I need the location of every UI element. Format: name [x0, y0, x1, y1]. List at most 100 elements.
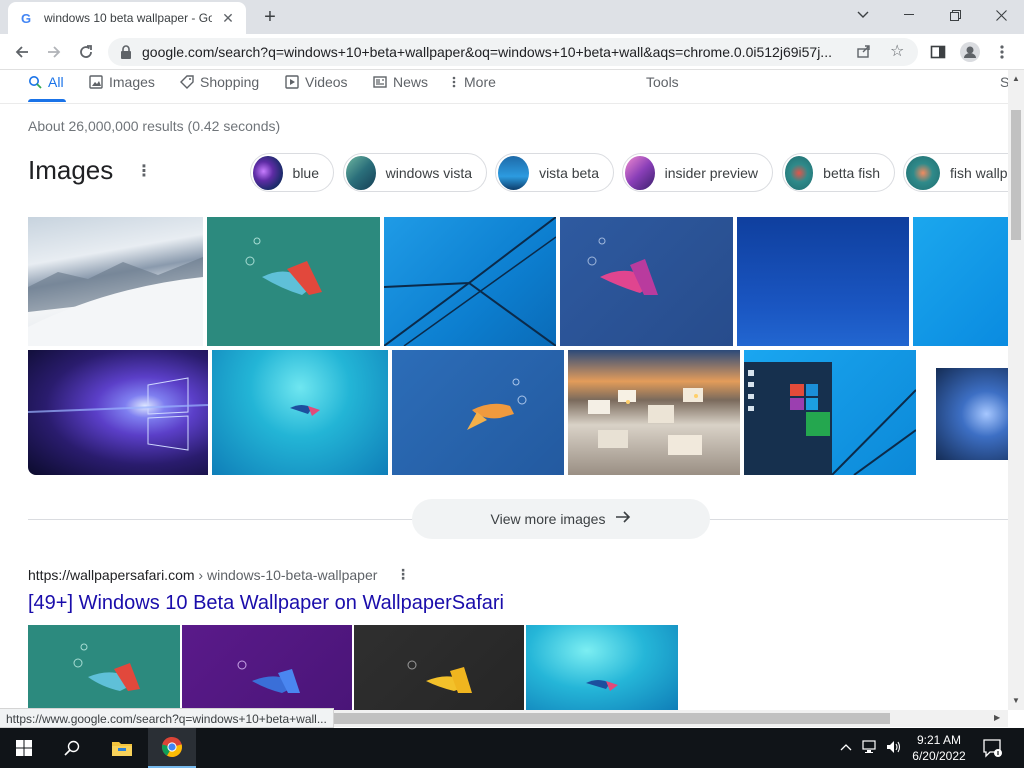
- tab-more[interactable]: More: [450, 72, 496, 92]
- news-icon: [373, 75, 387, 89]
- tab-label: More: [464, 74, 496, 90]
- minimize-button[interactable]: [886, 0, 932, 30]
- tab-news[interactable]: News: [373, 72, 428, 92]
- tools-button[interactable]: Tools: [646, 72, 679, 92]
- image-result-windows-start-menu[interactable]: [744, 350, 916, 475]
- restore-button[interactable]: [932, 0, 978, 30]
- image-result-windows-blue-partial[interactable]: [936, 368, 1008, 460]
- address-bar[interactable]: google.com/search?q=windows+10+beta+wall…: [108, 38, 918, 66]
- tab-all[interactable]: All: [28, 72, 64, 92]
- chip-insider-preview[interactable]: insider preview: [622, 153, 773, 192]
- tab-videos[interactable]: Videos: [285, 72, 348, 92]
- chip-windows-vista[interactable]: windows vista: [343, 153, 487, 192]
- file-explorer-button[interactable]: [98, 728, 146, 768]
- image-result-betta-underwater[interactable]: [212, 350, 388, 475]
- chip-label: fish wallp: [950, 164, 1008, 181]
- scroll-up-icon[interactable]: ▲: [1012, 74, 1020, 83]
- tab-search-button[interactable]: [840, 0, 886, 30]
- forward-button[interactable]: [42, 40, 66, 64]
- result-image-underwater-fish[interactable]: [526, 625, 678, 710]
- chip-thumbnail: [253, 155, 283, 190]
- network-icon[interactable]: [862, 740, 878, 757]
- tab-label: Shopping: [200, 74, 260, 90]
- chip-betta-fish[interactable]: betta fish: [782, 153, 895, 192]
- close-tab-icon[interactable]: ✕: [220, 10, 236, 26]
- status-bar-url: https://www.google.com/search?q=windows+…: [0, 708, 334, 728]
- close-window-button[interactable]: [978, 0, 1024, 30]
- image-icon: [89, 75, 103, 89]
- result-image-dark-fish[interactable]: [354, 625, 524, 710]
- notification-center-icon[interactable]: [982, 738, 1004, 758]
- cite-path: › windows-10-beta-wallpaper: [194, 567, 378, 583]
- chip-blue[interactable]: blue: [250, 153, 334, 192]
- more-vert-icon: [450, 75, 458, 89]
- image-result-santorini[interactable]: [568, 350, 740, 475]
- chip-thumbnail: [498, 155, 530, 190]
- image-result-windows-blue-lines[interactable]: [384, 217, 556, 346]
- horizontal-scroll-thumb[interactable]: [330, 713, 890, 724]
- vertical-scroll-thumb[interactable]: [1011, 110, 1021, 240]
- google-favicon-icon: G: [20, 10, 32, 26]
- tab-label: Images: [109, 74, 155, 90]
- play-icon: [285, 75, 299, 89]
- browser-toolbar: google.com/search?q=windows+10+beta+wall…: [0, 34, 1024, 70]
- chip-label: blue: [292, 164, 319, 181]
- volume-icon[interactable]: [886, 740, 902, 757]
- folder-icon: [112, 742, 132, 756]
- taskbar-search-button[interactable]: [48, 728, 96, 768]
- lock-icon[interactable]: [118, 44, 134, 60]
- clock-time: 9:21 AM: [916, 733, 962, 747]
- tab-label: News: [393, 74, 429, 90]
- windows-logo-icon: [16, 740, 32, 756]
- chip-thumbnail: [785, 155, 814, 190]
- chip-thumbnail: [625, 155, 655, 190]
- images-options-icon[interactable]: ⋮: [136, 163, 152, 181]
- chip-vista-beta[interactable]: vista beta: [495, 153, 614, 192]
- show-hidden-icons-icon[interactable]: [840, 740, 852, 754]
- browser-tab-strip: G windows 10 beta wallpaper - Goo ✕ +: [0, 0, 1024, 34]
- images-heading: Images: [28, 155, 114, 185]
- image-result-betta-fish-blue[interactable]: [560, 217, 733, 346]
- taskbar-clock[interactable]: 9:21 AM 6/20/2022: [906, 732, 972, 764]
- browser-tab[interactable]: G windows 10 beta wallpaper - Goo ✕: [8, 2, 246, 34]
- view-more-images-button[interactable]: View more images: [412, 499, 710, 539]
- url-text[interactable]: google.com/search?q=windows+10+beta+wall…: [142, 44, 842, 60]
- start-button[interactable]: [0, 728, 48, 768]
- chip-label: vista beta: [539, 164, 599, 181]
- tab-title: windows 10 beta wallpaper - Goo: [44, 11, 212, 25]
- result-image-teal-fish[interactable]: [28, 625, 180, 710]
- image-result-betta-fish-teal[interactable]: [207, 217, 380, 346]
- windows-taskbar: 9:21 AM 6/20/2022: [0, 728, 1024, 768]
- search-tabs: All Images Shopping Videos News More Too…: [0, 70, 1009, 104]
- chip-fish-wallpaper[interactable]: fish wallp: [903, 153, 1023, 192]
- chrome-menu-icon[interactable]: [990, 40, 1014, 64]
- image-result-snowy-mountains[interactable]: [28, 217, 203, 346]
- back-button[interactable]: [10, 40, 34, 64]
- bookmark-star-icon[interactable]: ☆: [890, 41, 904, 61]
- chip-thumbnail: [906, 155, 940, 190]
- chip-label: windows vista: [385, 164, 472, 181]
- new-tab-button[interactable]: +: [258, 5, 282, 29]
- side-panel-icon[interactable]: [926, 40, 950, 64]
- chrome-taskbar-button[interactable]: [148, 728, 196, 768]
- chip-label: betta fish: [823, 164, 880, 181]
- share-icon[interactable]: [856, 43, 872, 62]
- result-image-purple-fish[interactable]: [182, 625, 352, 710]
- clock-date: 6/20/2022: [912, 749, 966, 763]
- scroll-down-icon[interactable]: ▼: [1012, 696, 1020, 705]
- tag-icon: [180, 75, 194, 89]
- reload-button[interactable]: [74, 40, 98, 64]
- tab-shopping[interactable]: Shopping: [180, 72, 259, 92]
- tab-label: All: [48, 74, 64, 90]
- result-title-link[interactable]: [49+] Windows 10 Beta Wallpaper on Wallp…: [28, 592, 504, 615]
- search-icon: [28, 75, 42, 89]
- image-result-light-blue-partial[interactable]: [913, 217, 1008, 346]
- profile-avatar[interactable]: [958, 40, 982, 64]
- image-result-windows-logo-purple[interactable]: [28, 350, 208, 475]
- result-options-icon[interactable]: ⋮: [396, 566, 410, 583]
- tab-images[interactable]: Images: [89, 72, 155, 92]
- image-result-solid-blue[interactable]: [737, 217, 909, 346]
- image-result-betta-orange[interactable]: [392, 350, 564, 475]
- scroll-right-icon[interactable]: ▶: [994, 713, 1000, 722]
- vertical-scrollbar[interactable]: ▲ ▼: [1008, 70, 1024, 710]
